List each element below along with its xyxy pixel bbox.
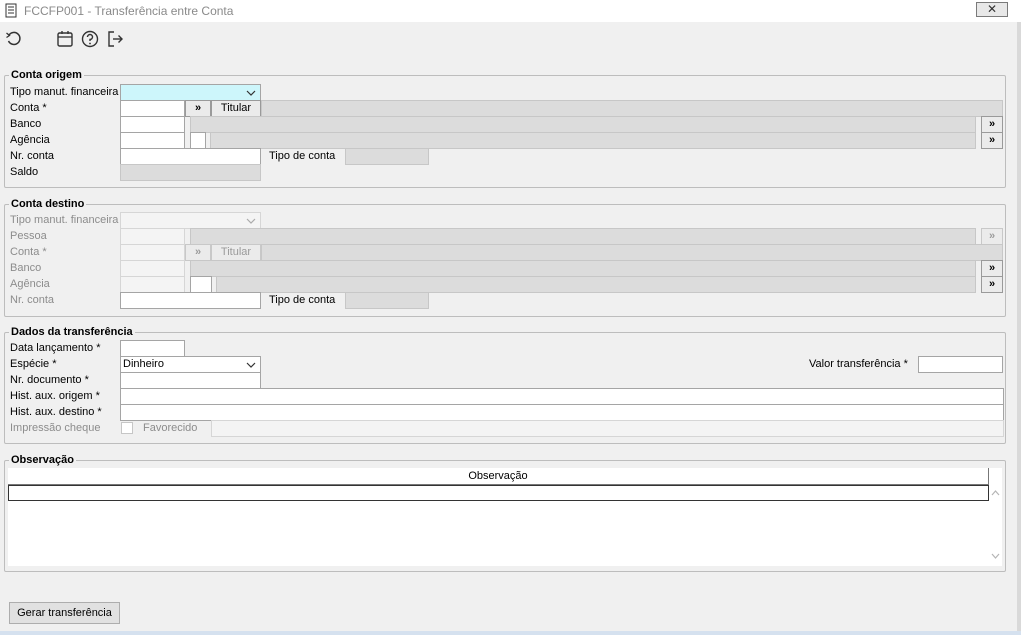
window-title: FCCFP001 - Transferência entre Conta xyxy=(24,4,234,18)
chevron-down-icon xyxy=(246,90,256,96)
agencia-field[interactable] xyxy=(120,132,185,149)
dest-tipo-conta-field xyxy=(345,292,429,309)
nr-documento-label: Nr. documento * xyxy=(10,374,89,386)
dest-conta-label: Conta * xyxy=(10,246,47,258)
banco-field[interactable] xyxy=(120,116,185,133)
dest-conta-field[interactable] xyxy=(120,244,185,261)
banco-name-field xyxy=(190,116,976,133)
valor-transferencia-field[interactable] xyxy=(918,356,1003,373)
nr-documento-field[interactable] xyxy=(120,372,261,389)
data-lancamento-label: Data lançamento * xyxy=(10,342,101,354)
dest-banco-label: Banco xyxy=(10,262,42,274)
dest-agencia-label: Agência xyxy=(10,278,50,290)
hist-aux-destino-label: Hist. aux. destino * xyxy=(10,406,102,418)
toolbar xyxy=(0,22,1021,52)
saldo-label: Saldo xyxy=(10,166,39,178)
dest-pessoa-field[interactable] xyxy=(120,228,185,245)
help-icon[interactable] xyxy=(80,29,100,49)
dest-pessoa-lookup-button[interactable]: » xyxy=(981,228,1003,245)
dest-pessoa-name-field xyxy=(190,228,976,245)
titular-button[interactable]: Titular xyxy=(211,100,261,117)
dest-nr-conta-label: Nr. conta xyxy=(10,294,55,306)
saldo-field xyxy=(120,164,261,181)
conta-field[interactable] xyxy=(120,100,185,117)
tipo-conta-label: Tipo de conta xyxy=(269,150,336,162)
gerar-transferencia-button[interactable]: Gerar transferência xyxy=(9,602,120,624)
scroll-down-icon[interactable] xyxy=(991,553,1000,559)
data-lancamento-field[interactable] xyxy=(120,340,185,357)
dest-titular-field xyxy=(261,244,1003,261)
observacao-scrollbar[interactable] xyxy=(989,485,1002,566)
especie-value: Dinheiro xyxy=(123,358,164,370)
conta-lookup-button[interactable]: » xyxy=(185,100,211,117)
dest-banco-name-field xyxy=(190,260,976,277)
chevron-down-icon xyxy=(246,362,256,368)
impressao-cheque-checkbox[interactable] xyxy=(121,422,133,434)
group-legend-conta-destino: Conta destino xyxy=(9,198,87,210)
especie-select[interactable]: Dinheiro xyxy=(120,356,261,373)
group-legend-dados-transferencia: Dados da transferência xyxy=(9,326,135,338)
group-legend-conta-origem: Conta origem xyxy=(9,69,84,81)
impressao-cheque-label: Impressão cheque xyxy=(10,422,101,434)
hist-aux-origem-field[interactable] xyxy=(120,388,1004,405)
dest-agencia-name-field xyxy=(216,276,976,293)
group-legend-observacao: Observação xyxy=(9,454,76,466)
conta-label: Conta * xyxy=(10,102,47,114)
refresh-icon[interactable] xyxy=(4,29,24,49)
window-edge xyxy=(1017,22,1021,635)
hist-aux-destino-field[interactable] xyxy=(120,404,1004,421)
dest-tipo-manut-label: Tipo manut. financeira xyxy=(10,214,119,226)
window-bottom-edge xyxy=(0,631,1021,635)
nr-conta-field[interactable] xyxy=(120,148,261,165)
dest-tipo-manut-select[interactable] xyxy=(120,212,261,229)
agencia-label: Agência xyxy=(10,134,50,146)
observacao-row-editor[interactable] xyxy=(8,485,989,501)
calendar-icon[interactable] xyxy=(55,29,75,49)
dest-agencia-lookup-button[interactable]: » xyxy=(981,276,1003,293)
dest-agencia-field[interactable] xyxy=(120,276,185,293)
banco-lookup-button[interactable]: » xyxy=(981,116,1003,133)
agencia-name-field xyxy=(210,132,976,149)
favorecido-field[interactable] xyxy=(211,420,1004,437)
scroll-up-icon[interactable] xyxy=(991,490,1000,496)
valor-transferencia-label: Valor transferência * xyxy=(809,358,908,370)
dest-nr-conta-field[interactable] xyxy=(120,292,261,309)
dest-banco-field[interactable] xyxy=(120,260,185,277)
dest-titular-button[interactable]: Titular xyxy=(211,244,261,261)
dest-agencia-digit-field[interactable] xyxy=(190,276,212,293)
especie-label: Espécie * xyxy=(10,358,57,370)
dest-banco-lookup-button[interactable]: » xyxy=(981,260,1003,277)
hist-aux-origem-label: Hist. aux. origem * xyxy=(10,390,100,402)
nr-conta-label: Nr. conta xyxy=(10,150,55,162)
tipo-manut-label: Tipo manut. financeira xyxy=(10,86,119,98)
tipo-manut-select[interactable] xyxy=(120,84,261,101)
banco-label: Banco xyxy=(10,118,42,130)
dest-conta-lookup-button[interactable]: » xyxy=(185,244,211,261)
dest-pessoa-label: Pessoa xyxy=(10,230,47,242)
titular-field xyxy=(261,100,1003,117)
favorecido-label: Favorecido xyxy=(143,422,198,434)
chevron-down-icon xyxy=(246,218,256,224)
agencia-digit-field[interactable] xyxy=(190,132,206,149)
exit-icon[interactable] xyxy=(105,29,125,49)
close-button[interactable]: ✕ xyxy=(976,2,1008,17)
tipo-conta-field xyxy=(345,148,429,165)
app-document-icon xyxy=(5,3,17,18)
dest-tipo-conta-label: Tipo de conta xyxy=(269,294,336,306)
agencia-lookup-button[interactable]: » xyxy=(981,132,1003,149)
observacao-column-header[interactable]: Observação xyxy=(8,468,989,485)
